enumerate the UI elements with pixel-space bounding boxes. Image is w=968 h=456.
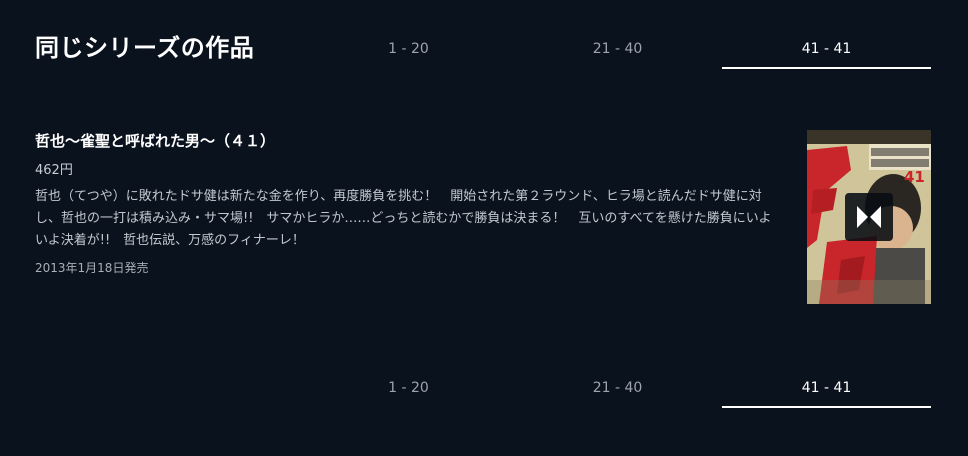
page-tab-1-20[interactable]: 1 - 20 bbox=[304, 31, 513, 67]
pagination-bottom: 1 - 20 21 - 40 41 - 41 bbox=[304, 370, 931, 408]
item-release-date: 2013年1月18日発売 bbox=[35, 261, 149, 275]
item-description: 哲也（てつや）に敗れたドサ健は新たな金を作り、再度勝負を挑む！ 開始された第２ラ… bbox=[35, 189, 772, 248]
page-tab-1-20[interactable]: 1 - 20 bbox=[304, 370, 513, 406]
item-title[interactable]: 哲也～雀聖と呼ばれた男～（４１） bbox=[35, 128, 275, 154]
page-tab-21-40[interactable]: 21 - 40 bbox=[513, 370, 722, 406]
page-tab-21-40[interactable]: 21 - 40 bbox=[513, 31, 722, 67]
item-price: 462円 bbox=[35, 163, 73, 178]
pagination-top: 1 - 20 21 - 40 41 - 41 bbox=[304, 31, 931, 69]
page-tab-41-41[interactable]: 41 - 41 bbox=[722, 370, 931, 408]
book-cover-thumbnail[interactable]: 41 bbox=[807, 130, 931, 304]
page-tab-41-41[interactable]: 41 - 41 bbox=[722, 31, 931, 69]
list-item[interactable]: 哲也～雀聖と呼ばれた男～（４１） 462円 哲也（てつや）に敗れたドサ健は新たな… bbox=[35, 128, 931, 304]
page-title: 同じシリーズの作品 bbox=[35, 34, 255, 62]
cover-volume-number: 41 bbox=[904, 168, 925, 186]
unext-logo-icon bbox=[845, 193, 893, 241]
